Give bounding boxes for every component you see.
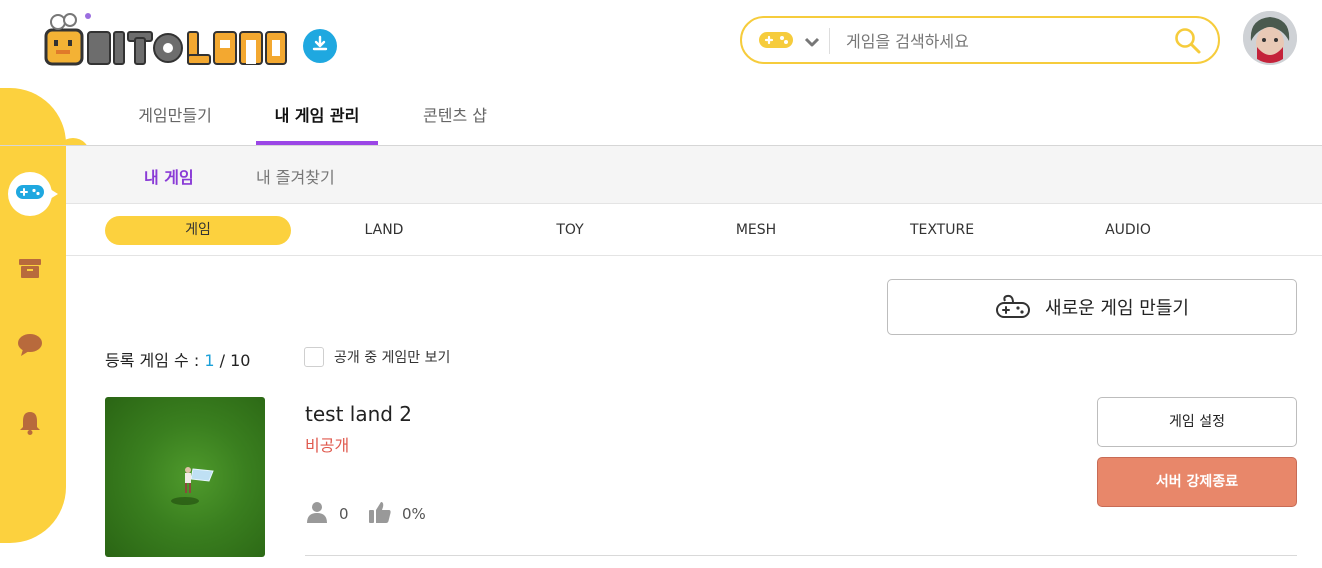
count-separator: / [219, 351, 226, 370]
search-divider [829, 28, 830, 54]
count-current: 1 [204, 351, 215, 370]
public-only-filter[interactable]: 공개 중 게임만 보기 [304, 347, 450, 367]
tab-create-game[interactable]: 게임만들기 [122, 92, 228, 145]
chat-icon [17, 333, 43, 361]
count-label: 등록 게임 수 : [105, 351, 200, 370]
gamepad-icon[interactable] [758, 29, 794, 55]
sidebar-item-archive[interactable] [16, 256, 44, 284]
new-game-label: 새로운 게임 만들기 [1045, 298, 1189, 319]
count-max: 10 [230, 351, 251, 370]
download-icon [311, 35, 329, 57]
thumbs-up-icon [368, 500, 392, 528]
category-audio[interactable]: AUDIO [1035, 216, 1221, 245]
category-mesh[interactable]: MESH [663, 216, 849, 245]
category-texture[interactable]: TEXTURE [849, 216, 1035, 245]
category-game[interactable]: 게임 [105, 216, 291, 245]
game-title[interactable]: test land 2 [305, 402, 412, 426]
subtab-my-games[interactable]: 내 게임 [144, 164, 194, 188]
game-thumbnail[interactable] [105, 397, 265, 557]
sidebar-item-chat[interactable] [16, 333, 44, 361]
main-tabs: 게임만들기 내 게임 관리 콘텐츠 샵 [0, 92, 1322, 146]
new-game-button[interactable]: 새로운 게임 만들기 [887, 279, 1297, 335]
category-land[interactable]: LAND [291, 216, 477, 245]
search-icon[interactable] [1174, 27, 1202, 59]
sidebar-item-games[interactable] [8, 172, 58, 216]
search-input[interactable] [846, 27, 1166, 55]
force-shutdown-server-button[interactable]: 서버 강제종료 [1097, 457, 1297, 507]
category-toy[interactable]: TOY [477, 216, 663, 245]
sub-tabs: 내 게임 내 즐겨찾기 [66, 146, 1322, 204]
gamepad-icon [15, 183, 45, 205]
tab-content-shop[interactable]: 콘텐츠 샵 [408, 92, 502, 145]
gamepad-icon [995, 291, 1031, 324]
sidebar-item-notifications[interactable] [16, 411, 44, 439]
chevron-down-icon[interactable] [804, 33, 820, 52]
registered-game-count: 등록 게임 수 : 1 / 10 [105, 347, 250, 371]
public-only-checkbox[interactable] [304, 347, 324, 367]
tab-my-games[interactable]: 내 게임 관리 [256, 92, 378, 145]
like-rate-value: 0% [402, 505, 426, 523]
player-count: 0 [305, 500, 349, 528]
user-icon [305, 500, 329, 528]
search-bar [740, 16, 1220, 64]
archive-icon [18, 257, 42, 283]
game-visibility-status: 비공개 [305, 436, 350, 455]
download-button[interactable] [303, 29, 337, 63]
ditoland-logo[interactable] [44, 10, 288, 70]
game-settings-button[interactable]: 게임 설정 [1097, 397, 1297, 447]
subtab-favorites[interactable]: 내 즐겨찾기 [256, 164, 335, 188]
category-filter: 게임 LAND TOY MESH TEXTURE AUDIO [66, 205, 1322, 256]
player-count-value: 0 [339, 505, 349, 523]
row-divider [305, 555, 1297, 556]
like-rate: 0% [368, 500, 426, 528]
public-only-label: 공개 중 게임만 보기 [334, 350, 451, 366]
avatar[interactable] [1243, 11, 1297, 65]
bell-icon [18, 410, 42, 440]
